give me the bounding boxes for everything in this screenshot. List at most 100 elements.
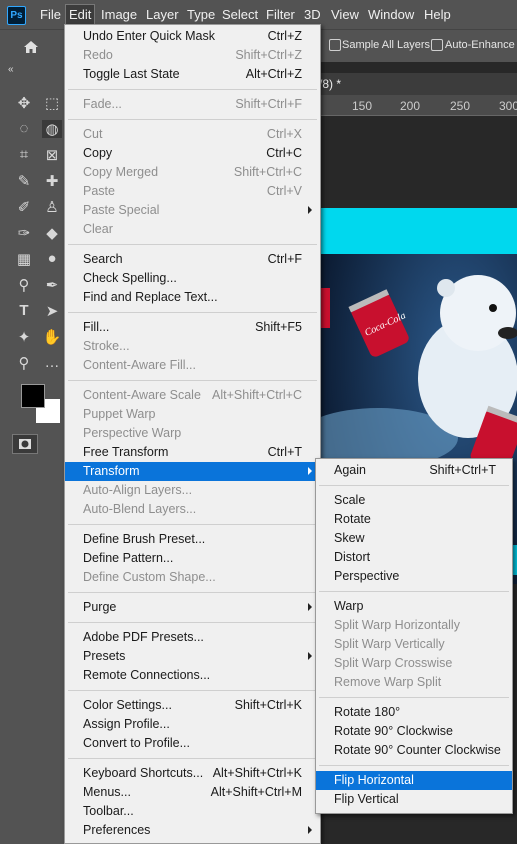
menu-item-shortcut: Shift+F5 [255, 320, 302, 334]
menu-item-free-transform[interactable]: Free Transform Ctrl+T [65, 443, 320, 462]
menu-item-fade: Fade... Shift+Ctrl+F [65, 95, 320, 114]
menu-view[interactable]: View [331, 7, 359, 22]
history-brush-tool-icon[interactable]: ✑ [14, 224, 34, 242]
crop-tool-icon[interactable]: ⌗ [14, 146, 34, 163]
foreground-color-swatch[interactable] [21, 384, 45, 408]
menu-item-shortcut: Shift+Ctrl+T [429, 463, 496, 477]
menu-item-toggle-last-state[interactable]: Toggle Last State Alt+Ctrl+Z [65, 65, 320, 84]
menu-item-color-settings[interactable]: Color Settings... Shift+Ctrl+K [65, 696, 320, 715]
submenu-item-remove-warp-split: Remove Warp Split [316, 673, 512, 692]
gradient-tool-icon[interactable]: ▦ [14, 250, 34, 268]
frame-tool-icon[interactable]: ⊠ [42, 146, 62, 164]
menu-item-remote-connections[interactable]: Remote Connections... [65, 666, 320, 685]
submenu-item-again[interactable]: Again Shift+Ctrl+T [316, 461, 512, 480]
menu-item-define-brush-preset[interactable]: Define Brush Preset... [65, 530, 320, 549]
shape-tool-icon[interactable]: ✦ [14, 328, 34, 346]
menu-image[interactable]: Image [101, 7, 137, 22]
menu-item-label: Presets [83, 649, 126, 663]
menu-item-label: Scale [334, 493, 366, 507]
healing-brush-tool-icon[interactable]: ✚ [42, 172, 62, 190]
menu-type[interactable]: Type [187, 7, 215, 22]
brush-tool-icon[interactable]: ✐ [14, 198, 34, 216]
menu-item-auto-align-layers: Auto-Align Layers... [65, 481, 320, 500]
submenu-item-flip-horizontal[interactable]: Flip Horizontal [316, 771, 512, 790]
menu-help[interactable]: Help [424, 7, 451, 22]
menu-item-stroke: Stroke... [65, 337, 320, 356]
eraser-tool-icon[interactable]: ◆ [42, 224, 62, 242]
sample-all-layers-checkbox[interactable] [329, 39, 341, 51]
menu-item-convert-to-profile[interactable]: Convert to Profile... [65, 734, 320, 753]
dodge-tool-icon[interactable]: ⚲ [14, 276, 34, 294]
menu-item-label: Cut [83, 127, 103, 141]
hand-tool-icon[interactable]: ✋ [42, 328, 62, 346]
submenu-item-skew[interactable]: Skew [316, 529, 512, 548]
quick-selection-tool-icon[interactable]: ◍ [42, 120, 62, 138]
menu-item-label: Preferences [83, 823, 151, 837]
marquee-tool-icon[interactable]: ⬚ [42, 94, 62, 112]
submenu-item-distort[interactable]: Distort [316, 548, 512, 567]
menu-item-auto-blend-layers: Auto-Blend Layers... [65, 500, 320, 519]
submenu-item-rotate-90-counter-clockwise[interactable]: Rotate 90° Counter Clockwise [316, 741, 512, 760]
menu-item-menus[interactable]: Menus... Alt+Shift+Ctrl+M [65, 783, 320, 802]
submenu-item-rotate-90-clockwise[interactable]: Rotate 90° Clockwise [316, 722, 512, 741]
menu-item-undo-enter-quick-mask[interactable]: Undo Enter Quick Mask Ctrl+Z [65, 27, 320, 46]
menu-window[interactable]: Window [368, 7, 414, 22]
eyedropper-tool-icon[interactable]: ✎ [14, 172, 34, 190]
menu-item-toolbar[interactable]: Toolbar... [65, 802, 320, 821]
submenu-item-perspective[interactable]: Perspective [316, 567, 512, 586]
menu-item-label: Paste Special [83, 203, 160, 217]
menu-filter[interactable]: Filter [266, 7, 295, 22]
menu-layer[interactable]: Layer [146, 7, 179, 22]
menu-3d[interactable]: 3D [304, 7, 321, 22]
more-tools-icon[interactable]: … [42, 354, 62, 371]
menu-item-copy[interactable]: Copy Ctrl+C [65, 144, 320, 163]
menu-item-assign-profile[interactable]: Assign Profile... [65, 715, 320, 734]
menu-edit[interactable]: Edit [64, 4, 96, 25]
menu-item-keyboard-shortcuts[interactable]: Keyboard Shortcuts... Alt+Shift+Ctrl+K [65, 764, 320, 783]
menu-item-adobe-pdf-presets[interactable]: Adobe PDF Presets... [65, 628, 320, 647]
menu-item-cut: Cut Ctrl+X [65, 125, 320, 144]
zoom-tool-icon[interactable]: ⚲ [14, 354, 34, 372]
lasso-tool-icon[interactable]: ◌ [14, 120, 34, 137]
menu-item-search[interactable]: Search Ctrl+F [65, 250, 320, 269]
photoshop-logo[interactable]: Ps [7, 6, 26, 25]
menu-separator [68, 757, 317, 759]
clone-stamp-tool-icon[interactable]: ♙ [42, 198, 62, 216]
type-tool-icon[interactable]: T [14, 302, 34, 319]
menu-separator [319, 484, 509, 486]
menu-item-perspective-warp: Perspective Warp [65, 424, 320, 443]
transform-submenu: Again Shift+Ctrl+T Scale Rotate Skew Distort P… [315, 458, 513, 814]
menu-file[interactable]: File [40, 7, 61, 22]
move-tool-icon[interactable]: ✥ [14, 94, 34, 112]
submenu-item-rotate-180[interactable]: Rotate 180° [316, 703, 512, 722]
home-icon[interactable] [16, 37, 46, 57]
document-tab[interactable]: /8) * [314, 73, 517, 95]
submenu-item-flip-vertical[interactable]: Flip Vertical [316, 790, 512, 809]
menu-item-transform[interactable]: Transform [65, 462, 320, 481]
menu-item-label: Rotate 180° [334, 705, 401, 719]
pen-tool-icon[interactable]: ✒ [42, 276, 62, 294]
menu-select[interactable]: Select [222, 7, 258, 22]
menu-item-label: Distort [334, 550, 371, 564]
submenu-item-scale[interactable]: Scale [316, 491, 512, 510]
collapse-panel-icon[interactable]: « [8, 64, 14, 75]
quick-mask-icon[interactable] [12, 434, 38, 454]
menu-item-find-and-replace-text[interactable]: Find and Replace Text... [65, 288, 320, 307]
menu-item-fill[interactable]: Fill... Shift+F5 [65, 318, 320, 337]
auto-enhance-checkbox[interactable] [431, 39, 443, 51]
menu-item-preferences[interactable]: Preferences [65, 821, 320, 840]
menu-item-define-pattern[interactable]: Define Pattern... [65, 549, 320, 568]
menu-item-label: Undo Enter Quick Mask [83, 29, 215, 43]
menu-item-presets[interactable]: Presets [65, 647, 320, 666]
menu-item-check-spelling[interactable]: Check Spelling... [65, 269, 320, 288]
submenu-arrow-icon [308, 206, 312, 214]
menu-item-puppet-warp: Puppet Warp [65, 405, 320, 424]
submenu-item-warp[interactable]: Warp [316, 597, 512, 616]
submenu-item-rotate[interactable]: Rotate [316, 510, 512, 529]
blur-tool-icon[interactable]: ● [42, 250, 62, 267]
menu-item-label: Define Brush Preset... [83, 532, 206, 546]
menu-item-purge[interactable]: Purge [65, 598, 320, 617]
menu-item-shortcut: Alt+Ctrl+Z [245, 67, 302, 81]
path-selection-tool-icon[interactable]: ➤ [42, 302, 62, 320]
menu-item-label: Purge [83, 600, 117, 614]
